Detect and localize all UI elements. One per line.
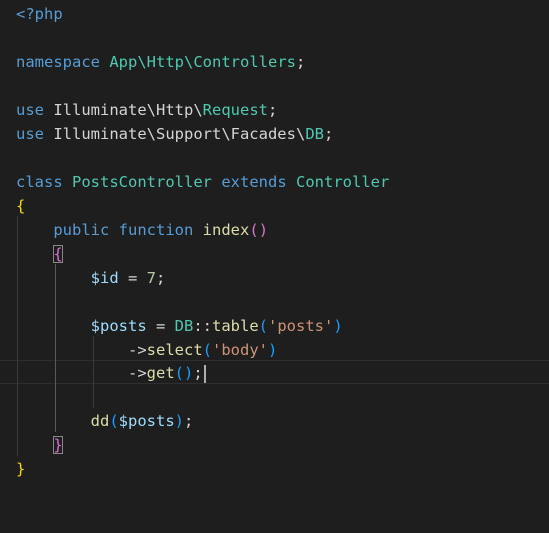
method-name: index (202, 221, 250, 239)
code-editor[interactable]: <?php namespace App\Http\Controllers; us… (0, 0, 549, 533)
code-line-method-close[interactable]: } (16, 433, 63, 457)
semicolon: ; (323, 125, 334, 143)
paren-open: ( (174, 364, 184, 382)
class-brace-close: } (16, 460, 26, 478)
use-path: Illuminate\Support\Facades\ (53, 125, 306, 143)
assign-op: = (146, 317, 175, 335)
arrow-operator: -> (127, 341, 147, 359)
method-brace-close: } (53, 436, 63, 454)
use-class: DB (305, 125, 324, 143)
var-posts: $posts (118, 412, 175, 430)
paren-open: ( (258, 317, 269, 335)
class-name: PostsController (72, 173, 212, 191)
semicolon: ; (184, 412, 194, 430)
table-function: table (212, 317, 259, 335)
number-literal: 7 (146, 269, 156, 287)
use-path: Illuminate\Http\ (53, 101, 203, 119)
paren-open: ( (249, 221, 259, 239)
dd-function: dd (90, 412, 110, 430)
use-class: Request (202, 101, 268, 119)
code-line-class-close[interactable]: } (16, 457, 25, 481)
text-cursor (203, 364, 206, 383)
arrow-operator: -> (127, 364, 147, 382)
code-line-method-open[interactable]: { (16, 242, 63, 266)
namespace-keyword: namespace (16, 53, 100, 71)
get-function: get (146, 364, 175, 382)
public-keyword: public (53, 221, 110, 239)
class-keyword: class (16, 173, 63, 191)
paren-close: ) (333, 317, 343, 335)
semicolon: ; (267, 101, 278, 119)
code-line-use-request[interactable]: use Illuminate\Http\Request; (16, 98, 277, 122)
paren-close: ) (268, 341, 278, 359)
paren-close: ) (174, 412, 185, 430)
semicolon: ; (156, 269, 166, 287)
code-line-get[interactable]: ->get(); (16, 361, 206, 385)
db-class: DB (174, 317, 194, 335)
select-function: select (146, 341, 203, 359)
paren-open: ( (109, 412, 119, 430)
code-line-class-open[interactable]: { (16, 194, 25, 218)
paren-close: ) (258, 221, 269, 239)
code-line-select[interactable]: ->select('body') (16, 338, 277, 362)
code-line-class[interactable]: class PostsController extends Controller (16, 170, 389, 194)
semicolon: ; (295, 53, 306, 71)
code-line-posts[interactable]: $posts = DB::table('posts') (16, 314, 343, 338)
assign-op: = (118, 269, 147, 287)
scope-operator: :: (193, 317, 212, 335)
parent-class: Controller (296, 173, 390, 191)
paren-close: ) (184, 364, 194, 382)
function-keyword: function (118, 221, 194, 239)
namespace-path: App\Http\Controllers (109, 53, 296, 71)
string-body: 'body' (212, 341, 268, 359)
code-line-id[interactable]: $id = 7; (16, 266, 166, 290)
string-posts: 'posts' (268, 317, 334, 335)
use-keyword: use (16, 125, 44, 143)
var-posts: $posts (90, 317, 147, 335)
method-brace-open: { (53, 245, 63, 263)
code-line-namespace[interactable]: namespace App\Http\Controllers; (16, 50, 305, 74)
code-line-dd[interactable]: dd($posts); (16, 409, 194, 433)
var-id: $id (90, 269, 119, 287)
code-line-1[interactable]: <?php (16, 2, 63, 26)
semicolon: ; (193, 364, 203, 382)
extends-keyword: extends (221, 173, 287, 191)
php-open-tag: <?php (16, 5, 63, 23)
paren-open: ( (202, 341, 212, 359)
class-brace-open: { (16, 197, 26, 215)
use-keyword: use (16, 101, 44, 119)
code-line-use-db[interactable]: use Illuminate\Support\Facades\DB; (16, 122, 333, 146)
code-line-method[interactable]: public function index() (16, 218, 268, 242)
